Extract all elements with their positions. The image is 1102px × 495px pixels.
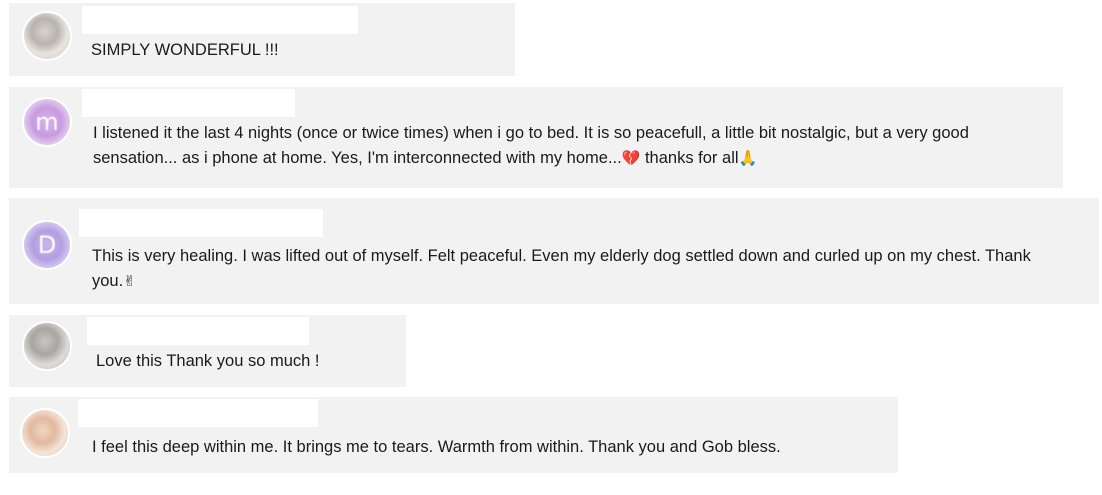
comment-text-line: This is very healing. I was lifted out o…: [92, 247, 1031, 265]
victory-hand-emoji-icon: ✌: [123, 272, 136, 290]
comment-item: I feel this deep within me. It brings me…: [9, 397, 898, 473]
comment-text-line: sensation... as i phone at home. Yes, I'…: [93, 149, 622, 167]
comment-item: m I listened it the last 4 nights (once …: [9, 87, 1063, 188]
avatar[interactable]: D: [22, 220, 72, 270]
praying-hands-emoji-icon: 🙏: [738, 149, 758, 167]
avatar[interactable]: m: [22, 97, 72, 147]
avatar[interactable]: [22, 11, 72, 61]
author-name-redacted[interactable]: [78, 399, 318, 427]
avatar[interactable]: [22, 321, 72, 371]
comment-text: I feel this deep within me. It brings me…: [92, 438, 781, 456]
comment-text-line: I listened it the last 4 nights (once or…: [93, 124, 969, 142]
avatar[interactable]: [20, 408, 70, 458]
broken-heart-emoji-icon: 💔: [621, 149, 641, 167]
comment-text: SIMPLY WONDERFUL !!!: [91, 41, 279, 59]
comment-text-line: you.: [92, 272, 124, 290]
comment-text: This is very healing. I was lifted out o…: [92, 244, 1087, 294]
author-name-redacted[interactable]: [87, 317, 309, 345]
comment-text: Love this Thank you so much !: [96, 352, 320, 370]
author-name-redacted[interactable]: [82, 6, 358, 34]
author-name-redacted[interactable]: [82, 89, 295, 117]
comment-item: SIMPLY WONDERFUL !!!: [9, 3, 515, 76]
avatar-letter: m: [35, 108, 59, 136]
comment-item: D This is very healing. I was lifted out…: [9, 198, 1099, 304]
author-name-redacted[interactable]: [79, 209, 323, 237]
comment-item: Love this Thank you so much !: [9, 315, 406, 387]
comment-text: I listened it the last 4 nights (once or…: [93, 121, 1043, 171]
comment-text-line: thanks for all: [640, 149, 739, 167]
avatar-letter: D: [37, 231, 57, 259]
